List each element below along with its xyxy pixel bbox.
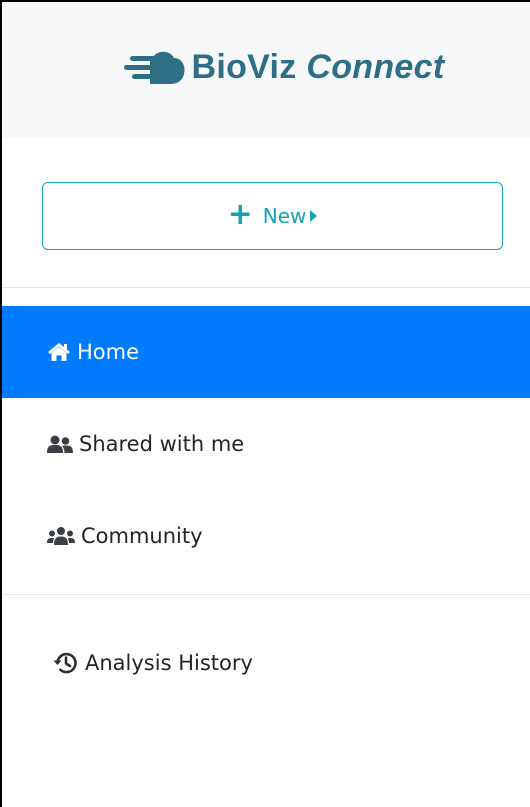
users-icon [47,526,75,546]
brand-name-bold: BioViz [191,48,297,86]
sidebar-header: BioViz Connect [2,2,530,138]
new-button[interactable]: + New [42,182,503,250]
plus-icon: + [227,197,253,232]
brand-name: BioViz Connect [192,48,445,87]
divider [2,287,530,288]
sidebar-item-label: Community [81,524,203,548]
sidebar-item-home[interactable]: Home [2,306,530,398]
sidebar-item-label: Shared with me [79,432,245,456]
new-button-label: New [262,204,307,228]
caret-right-icon [310,210,318,222]
sidebar-item-analysis-history[interactable]: Analysis History [2,617,530,709]
sidebar-item-label: Analysis History [85,651,253,675]
history-icon [53,650,79,676]
home-icon [47,342,71,362]
sidebar-panel: BioViz Connect + New Home Shared with me… [0,0,530,807]
sidebar-item-shared[interactable]: Shared with me [2,398,530,490]
sidebar-item-label: Home [77,340,140,364]
divider [2,594,530,595]
brand-name-italic: Connect [306,48,445,86]
user-friends-icon [47,434,73,454]
app-logo[interactable]: BioViz Connect [2,48,530,87]
sidebar-item-community[interactable]: Community [2,490,530,582]
cloud-logo-icon [123,51,185,84]
